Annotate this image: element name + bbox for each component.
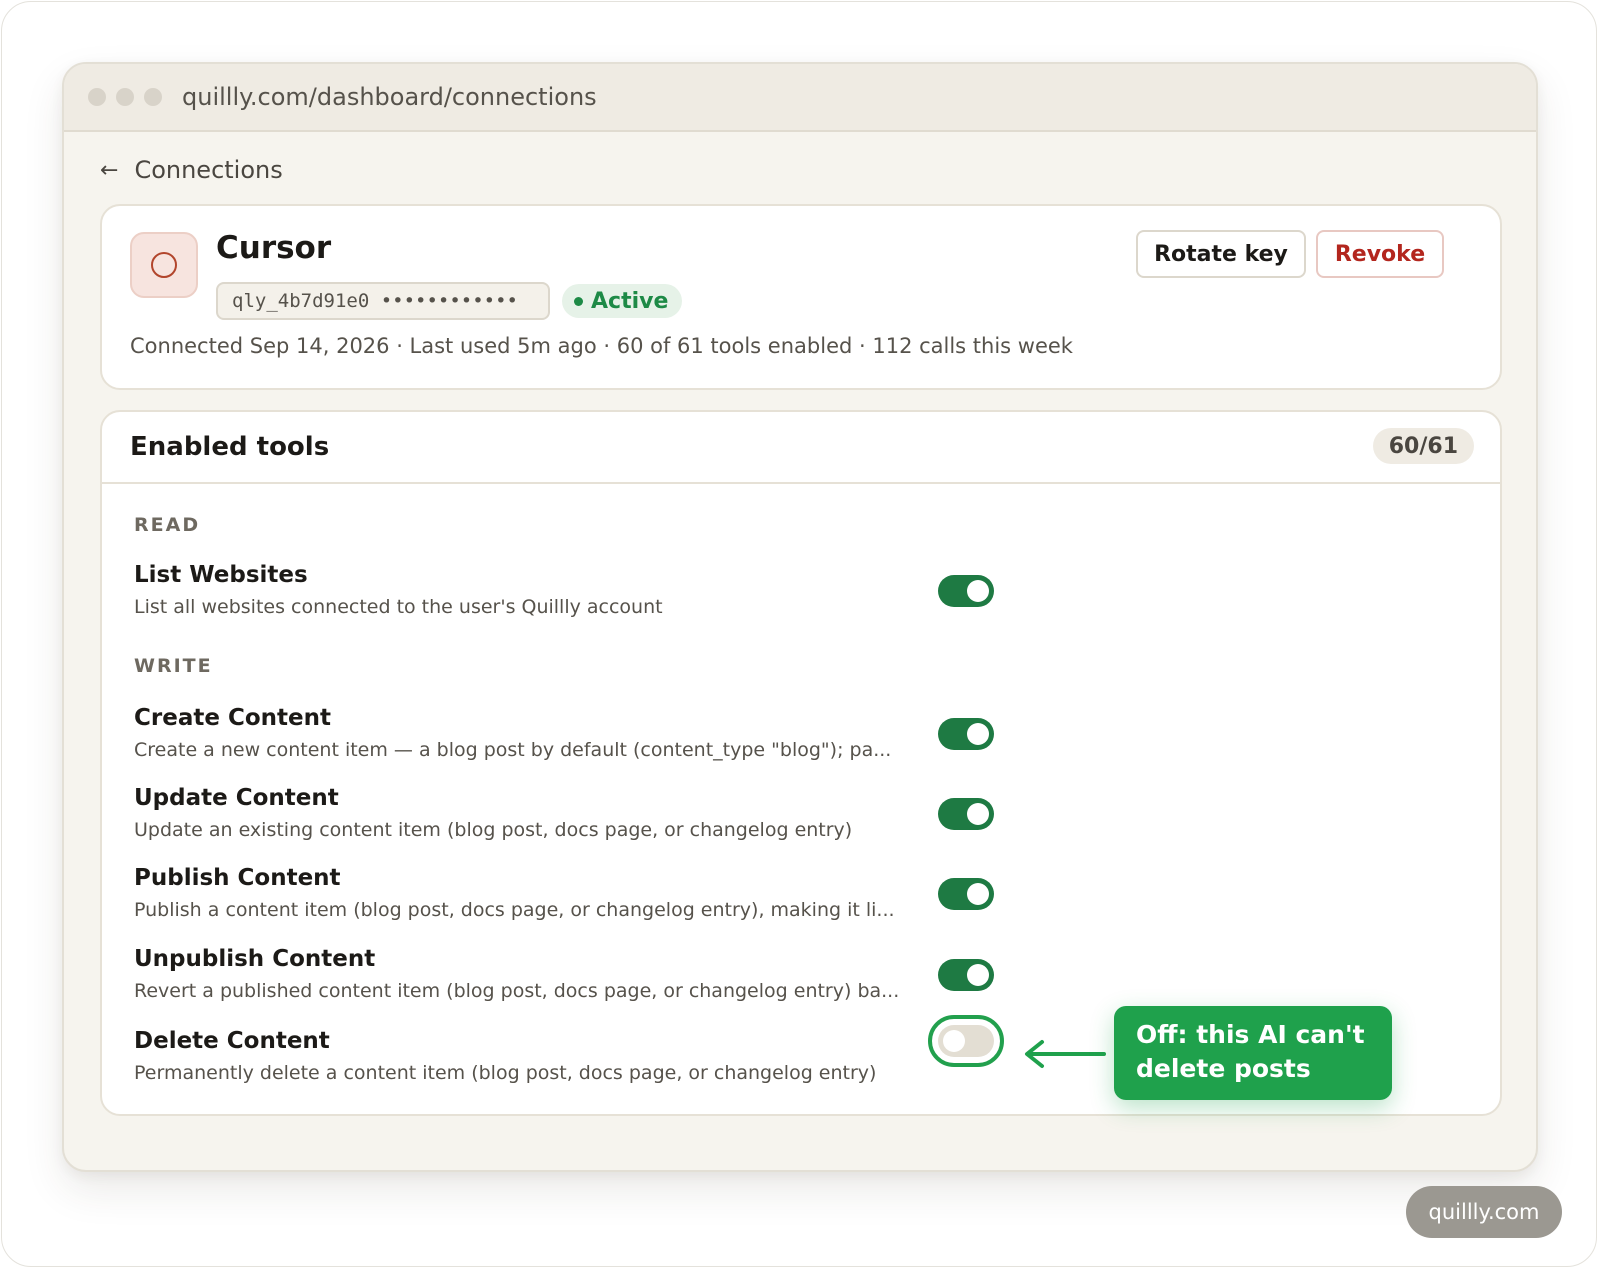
toggle-knob bbox=[967, 580, 989, 602]
rotate-key-button[interactable]: Rotate key bbox=[1136, 230, 1306, 278]
status-dot-icon bbox=[574, 296, 583, 306]
toggle-create-content[interactable] bbox=[938, 718, 994, 750]
toggle-delete-content[interactable] bbox=[938, 1025, 994, 1057]
connection-card: Cursor qly_4b7d91e0 •••••••••••• Active … bbox=[100, 204, 1502, 390]
api-key-field: qly_4b7d91e0 •••••••••••• bbox=[216, 282, 550, 320]
tool-name: Unpublish Content bbox=[134, 946, 376, 972]
tool-row-publish-content: Publish Content Publish a content item (… bbox=[134, 865, 1334, 935]
tool-description: Create a new content item — a blog post … bbox=[134, 739, 892, 761]
group-label-write: WRITE bbox=[134, 655, 213, 677]
tool-row-create-content: Create Content Create a new content item… bbox=[134, 705, 1334, 775]
tool-description: Update an existing content item (blog po… bbox=[134, 819, 853, 841]
app-logo bbox=[130, 232, 198, 298]
toggle-knob bbox=[967, 883, 989, 905]
connection-meta: Connected Sep 14, 2026 · Last used 5m ag… bbox=[130, 334, 1073, 358]
window-maximize-dot[interactable] bbox=[144, 88, 162, 106]
toggle-knob bbox=[943, 1030, 965, 1052]
tools-count-badge: 60/61 bbox=[1372, 428, 1474, 464]
breadcrumb[interactable]: ← Connections bbox=[100, 156, 283, 184]
tool-row-list-websites: List Websites List all websites connecte… bbox=[134, 562, 1334, 632]
callout-arrow-icon bbox=[1025, 1040, 1106, 1068]
tool-name: Update Content bbox=[134, 785, 339, 811]
address-bar-url[interactable]: quillly.com/dashboard/connections bbox=[182, 83, 597, 111]
toggle-list-websites[interactable] bbox=[938, 575, 994, 607]
tool-name: Create Content bbox=[134, 705, 331, 731]
back-arrow-icon[interactable]: ← bbox=[100, 158, 118, 183]
toggle-knob bbox=[967, 964, 989, 986]
toggle-knob bbox=[967, 723, 989, 745]
tool-row-update-content: Update Content Update an existing conten… bbox=[134, 785, 1334, 855]
breadcrumb-label[interactable]: Connections bbox=[134, 156, 282, 184]
brand-watermark: quillly.com bbox=[1406, 1186, 1562, 1238]
toggle-publish-content[interactable] bbox=[938, 878, 994, 910]
toggle-unpublish-content[interactable] bbox=[938, 959, 994, 991]
tools-header: Enabled tools 60/61 bbox=[102, 412, 1500, 484]
connection-name: Cursor bbox=[216, 230, 332, 266]
tool-name: List Websites bbox=[134, 562, 308, 588]
revoke-button[interactable]: Revoke bbox=[1316, 230, 1444, 278]
tools-title: Enabled tools bbox=[130, 432, 330, 462]
callout-annotation: Off: this AI can't delete posts bbox=[1114, 1006, 1392, 1100]
tool-description: Revert a published content item (blog po… bbox=[134, 980, 900, 1002]
enabled-tools-card: Enabled tools 60/61 READ List Websites L… bbox=[100, 410, 1502, 1116]
browser-titlebar: quillly.com/dashboard/connections bbox=[64, 64, 1536, 132]
window-minimize-dot[interactable] bbox=[116, 88, 134, 106]
toggle-knob bbox=[967, 803, 989, 825]
tool-description: List all websites connected to the user'… bbox=[134, 596, 663, 618]
group-label-read: READ bbox=[134, 514, 201, 536]
browser-window: quillly.com/dashboard/connections ← Conn… bbox=[62, 62, 1538, 1172]
tool-description: Publish a content item (blog post, docs … bbox=[134, 899, 895, 921]
tool-description: Permanently delete a content item (blog … bbox=[134, 1062, 877, 1084]
tool-name: Publish Content bbox=[134, 865, 341, 891]
tool-name: Delete Content bbox=[134, 1028, 330, 1054]
window-close-dot[interactable] bbox=[88, 88, 106, 106]
toggle-update-content[interactable] bbox=[938, 798, 994, 830]
circle-icon bbox=[151, 252, 177, 278]
status-label: Active bbox=[591, 288, 669, 314]
status-badge: Active bbox=[562, 284, 683, 318]
